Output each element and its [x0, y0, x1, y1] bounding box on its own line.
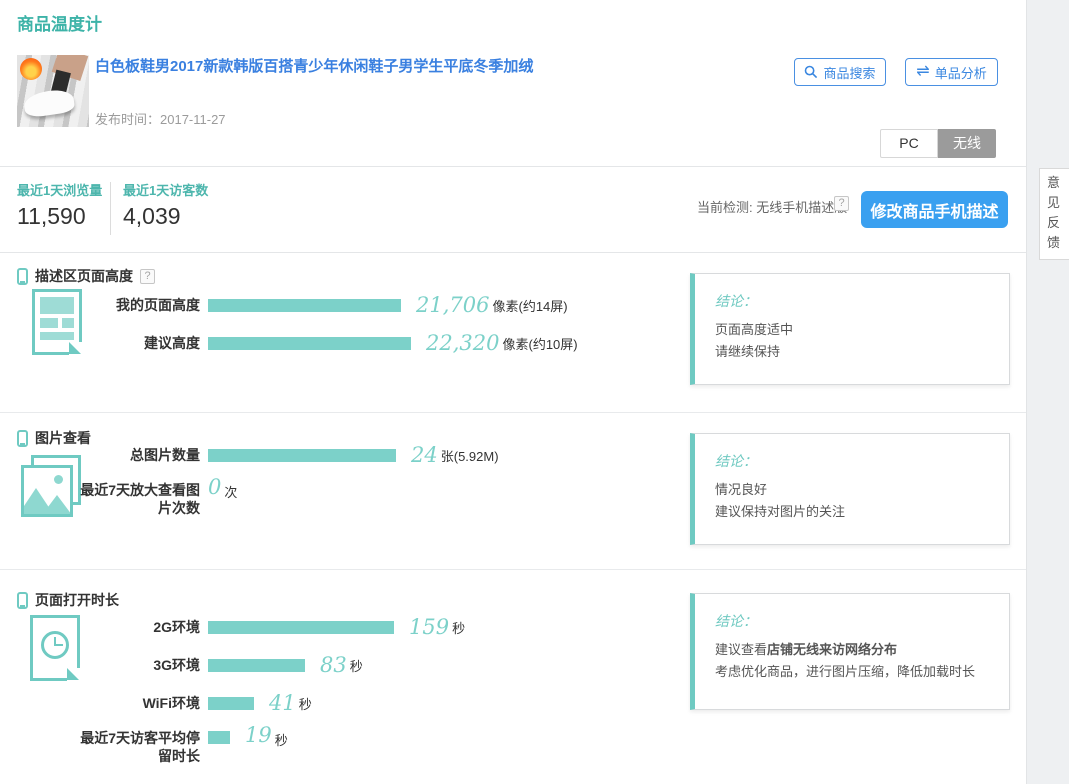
stat-visitors-label: 最近1天访客数 — [123, 180, 208, 199]
feedback-tab[interactable]: 意见 反馈 — [1039, 168, 1069, 260]
metric-unit: 秒 — [299, 694, 312, 713]
product-thumbnail[interactable] — [17, 55, 89, 127]
conclusion-line: 页面高度适中 — [715, 319, 994, 341]
single-item-analysis-label: 单品分析 — [935, 63, 987, 82]
metric-label: 最近7天放大查看图片次数 — [70, 481, 200, 517]
metric-row: 2G环境 159 秒 — [0, 615, 465, 639]
stat-views-value: 11,590 — [17, 203, 102, 230]
conclusion-box: 结论： 页面高度适中 请继续保持 — [690, 273, 1010, 385]
metric-row: 建议高度 22,320 像素(约10屏) — [0, 331, 578, 355]
metric-label: 2G环境 — [70, 618, 200, 636]
metric-value: 0 — [208, 475, 221, 499]
conclusion-title: 结论： — [715, 451, 994, 471]
metric-unit: 次 — [224, 482, 237, 501]
metric-row: 最近7天放大查看图片次数 0 次 — [0, 481, 499, 517]
section-page-height: 描述区页面高度 ? 我的页面高度 21,706 像素(约14屏) 建议高度 22… — [0, 253, 1026, 413]
metric-bar — [208, 337, 411, 350]
edit-mobile-description-button[interactable]: 修改商品手机描述 — [861, 191, 1008, 228]
metric-value: 21,706 — [416, 293, 489, 317]
metric-label: 3G环境 — [70, 656, 200, 674]
metric-label: 总图片数量 — [70, 446, 200, 464]
conclusion-line: 考虑优化商品，进行图片压缩，降低加载时长 — [715, 661, 994, 683]
product-search-label: 商品搜索 — [823, 63, 875, 82]
section-image-views: 图片查看 总图片数量 24 张(5.92M) 最近7天放大查看图片次数 0 次 … — [0, 413, 1026, 570]
conclusion-box: 结论： 建议查看店铺无线来访网络分布 考虑优化商品，进行图片压缩，降低加载时长 — [690, 593, 1010, 710]
conclusion-line: 请继续保持 — [715, 341, 994, 363]
hot-sale-badge-icon — [20, 58, 42, 80]
conclusion-title: 结论： — [715, 291, 994, 311]
main-content: 商品温度计 白色板鞋男2017新款韩版百搭青少年休闲鞋子男学生平底冬季加绒 发布… — [0, 0, 1026, 784]
metric-unit: 像素(约14屏) — [492, 296, 567, 315]
feedback-tab-line1: 意见 — [1047, 175, 1060, 210]
metric-row: 3G环境 83 秒 — [0, 653, 465, 677]
right-rail — [1026, 0, 1069, 784]
single-item-analysis-button[interactable]: ⇌ 单品分析 — [905, 58, 998, 86]
metric-row: 最近7天访客平均停留时长 19 秒 — [0, 729, 465, 765]
stat-views-label: 最近1天浏览量 — [17, 180, 102, 199]
metric-unit: 秒 — [452, 618, 465, 637]
header: 商品温度计 白色板鞋男2017新款韩版百搭青少年休闲鞋子男学生平底冬季加绒 发布… — [0, 0, 1026, 167]
stat-visitors: 最近1天访客数 4,039 — [123, 180, 208, 230]
metric-value: 22,320 — [426, 331, 499, 355]
metric-unit: 秒 — [350, 656, 363, 675]
metric-value: 19 — [245, 723, 272, 747]
metric-bar — [208, 621, 394, 634]
metric-value: 83 — [320, 653, 347, 677]
stats-bar: 最近1天浏览量 11,590 最近1天访客数 4,039 当前检测: 无线手机描… — [0, 167, 1026, 253]
conclusion-line: 建议保持对图片的关注 — [715, 501, 994, 523]
conclusion-line: 情况良好 — [715, 479, 994, 501]
metric-value: 159 — [409, 615, 449, 639]
metric-row: WiFi环境 41 秒 — [0, 691, 465, 715]
feedback-tab-line2: 反馈 — [1047, 215, 1060, 250]
metric-label: 建议高度 — [70, 334, 200, 352]
product-title-link[interactable]: 白色板鞋男2017新款韩版百搭青少年休闲鞋子男学生平底冬季加绒 — [95, 57, 735, 77]
metric-bar — [208, 659, 305, 672]
metric-bar — [208, 697, 254, 710]
page-title: 商品温度计 — [17, 10, 102, 35]
metric-bar — [208, 731, 230, 744]
phone-icon — [17, 592, 28, 609]
metric-row: 我的页面高度 21,706 像素(约14屏) — [0, 293, 578, 317]
section-page-height-help-icon[interactable]: ? — [140, 269, 155, 284]
current-detect-label: 当前检测: 无线手机描述版 — [697, 197, 847, 216]
detect-help-icon[interactable]: ? — [834, 196, 849, 211]
conclusion-line: 建议查看店铺无线来访网络分布 — [715, 639, 994, 661]
section-open-time-title: 页面打开时长 — [35, 590, 119, 610]
stat-divider — [110, 182, 111, 235]
product-search-button[interactable]: 商品搜索 — [794, 58, 886, 86]
publish-time: 发布时间：2017-11-27 — [95, 109, 226, 128]
toggle-wireless[interactable]: 无线 — [938, 129, 996, 158]
stat-visitors-value: 4,039 — [123, 203, 208, 230]
conclusion-title: 结论： — [715, 611, 994, 631]
metric-label: WiFi环境 — [70, 694, 200, 712]
pc-wireless-toggle: PC 无线 — [880, 129, 996, 158]
metric-label: 最近7天访客平均停留时长 — [70, 729, 200, 765]
swap-arrows-icon: ⇌ — [916, 64, 929, 80]
search-icon — [804, 65, 818, 79]
metric-unit: 张(5.92M) — [441, 446, 499, 465]
metric-unit: 秒 — [275, 730, 288, 749]
metric-label: 我的页面高度 — [70, 296, 200, 314]
conclusion-box: 结论： 情况良好 建议保持对图片的关注 — [690, 433, 1010, 545]
metric-unit: 像素(约10屏) — [502, 334, 577, 353]
section-page-height-title: 描述区页面高度 — [35, 266, 133, 286]
metric-value: 24 — [411, 443, 438, 467]
metric-row: 总图片数量 24 张(5.92M) — [0, 443, 499, 467]
section-open-time: 页面打开时长 2G环境 159 秒 3G环境 83 秒 WiFi环境 41 — [0, 570, 1026, 784]
toggle-pc[interactable]: PC — [880, 129, 938, 158]
stat-views: 最近1天浏览量 11,590 — [17, 180, 102, 230]
phone-icon — [17, 268, 28, 285]
metric-bar — [208, 299, 401, 312]
metric-bar — [208, 449, 396, 462]
metric-value: 41 — [269, 691, 296, 715]
